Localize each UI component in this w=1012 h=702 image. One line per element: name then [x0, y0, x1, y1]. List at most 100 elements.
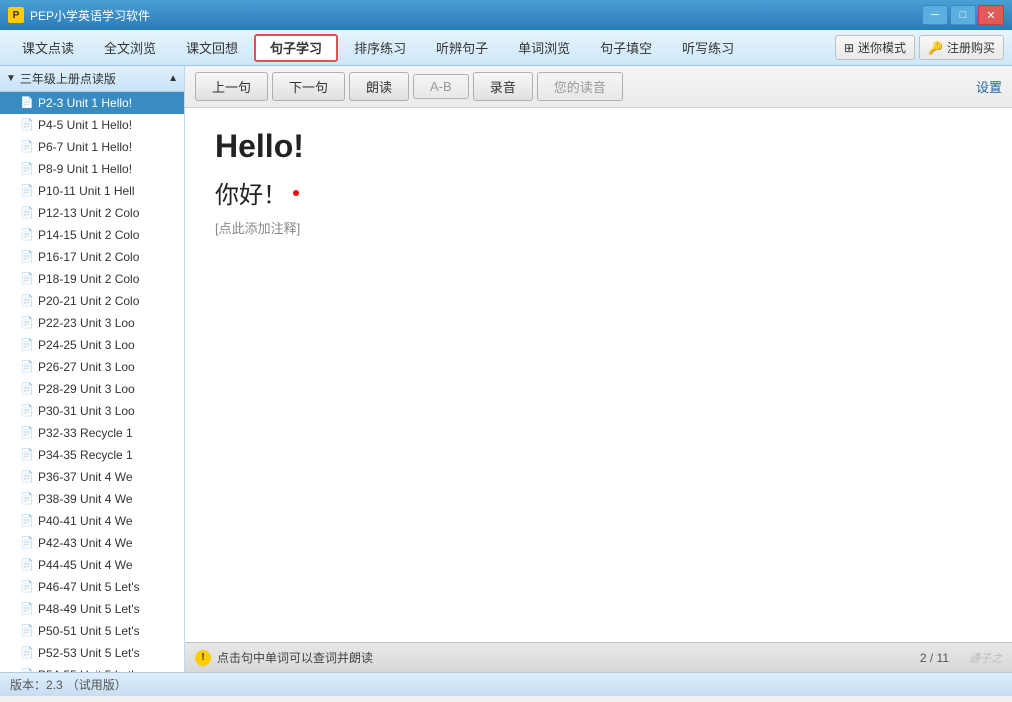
- menu-word-browse[interactable]: 单词浏览: [504, 34, 584, 62]
- read-aloud-button[interactable]: 朗读: [349, 72, 409, 101]
- sidebar-item-label: P22-23 Unit 3 Loo: [38, 316, 135, 330]
- sidebar-item-label: P20-21 Unit 2 Colo: [38, 294, 139, 308]
- sidebar-item-26[interactable]: 📄P54-55 Unit 5 Let's: [0, 664, 184, 672]
- sidebar-item-20[interactable]: 📄P42-43 Unit 4 We: [0, 532, 184, 554]
- sidebar-item-8[interactable]: 📄 P18-19 Unit 2 Colo: [0, 268, 184, 290]
- page-current: 2: [920, 651, 927, 665]
- sidebar-item-label: P18-19 Unit 2 Colo: [38, 272, 139, 286]
- sidebar: ▼ 三年级上册点读版 ▲ 📄P2-3 Unit 1 Hello!📄P4-5 Un…: [0, 66, 185, 672]
- collapse-icon[interactable]: ▼: [6, 73, 16, 84]
- menu-order-practice[interactable]: 排序练习: [340, 34, 420, 62]
- doc-icon: 📄: [20, 426, 34, 440]
- sidebar-item-label: P50-51 Unit 5 Let's: [38, 624, 140, 638]
- close-button[interactable]: ✕: [978, 5, 1004, 25]
- sidebar-item-22[interactable]: 📄P46-47 Unit 5 Let's: [0, 576, 184, 598]
- sidebar-item-label: P48-49 Unit 5 Let's: [38, 602, 140, 616]
- sidebar-item-15[interactable]: 📄P32-33 Recycle 1: [0, 422, 184, 444]
- sidebar-item-label: P38-39 Unit 4 We: [38, 492, 133, 506]
- menu-listen-distinguish[interactable]: 听辨句子: [422, 34, 502, 62]
- settings-link[interactable]: 设置: [976, 77, 1002, 96]
- sidebar-item-label: P34-35 Recycle 1: [38, 448, 133, 462]
- doc-icon: 📄: [20, 184, 34, 198]
- sidebar-scroll-up[interactable]: ▲: [168, 73, 178, 84]
- sidebar-item-16[interactable]: 📄 P34-35 Recycle 1: [0, 444, 184, 466]
- doc-icon: 📄: [20, 206, 34, 220]
- title-bar: P PEP小学英语学习软件 ─ □ ✕: [0, 0, 1012, 30]
- english-sentence[interactable]: Hello!: [215, 128, 982, 165]
- status-bar: ! 点击句中单词可以查词并朗读 2 / 11 通子之: [185, 642, 1012, 672]
- menu-sentence-study[interactable]: 句子学习: [254, 34, 338, 62]
- sidebar-item-25[interactable]: 📄P52-53 Unit 5 Let's: [0, 642, 184, 664]
- chinese-text-label: 你好！: [215, 175, 287, 210]
- version-number: 2.3: [46, 678, 63, 692]
- sidebar-item-11[interactable]: 📄P24-25 Unit 3 Loo: [0, 334, 184, 356]
- reading-content: Hello! 你好！ [点此添加注释]: [185, 108, 1012, 642]
- sidebar-item-19[interactable]: 📄P40-41 Unit 4 We: [0, 510, 184, 532]
- status-page: 2 / 11: [920, 651, 949, 665]
- sidebar-item-7[interactable]: 📄P16-17 Unit 2 Colo: [0, 246, 184, 268]
- sidebar-item-label: P14-15 Unit 2 Colo: [38, 228, 139, 242]
- sidebar-item-5[interactable]: 📄 P12-13 Unit 2 Colo: [0, 202, 184, 224]
- sidebar-item-6[interactable]: 📄 P14-15 Unit 2 Colo: [0, 224, 184, 246]
- minimize-button[interactable]: ─: [922, 5, 948, 25]
- sidebar-item-10[interactable]: 📄P22-23 Unit 3 Loo: [0, 312, 184, 334]
- sidebar-item-label: P12-13 Unit 2 Colo: [38, 206, 139, 220]
- annotation-placeholder[interactable]: [点此添加注释]: [215, 218, 982, 237]
- sidebar-item-label: P40-41 Unit 4 We: [38, 514, 133, 528]
- menu-full-browse[interactable]: 全文浏览: [90, 34, 170, 62]
- sidebar-item-14[interactable]: 📄P30-31 Unit 3 Loo: [0, 400, 184, 422]
- watermark: 通子之: [969, 650, 1002, 666]
- prev-sentence-button[interactable]: 上一句: [195, 72, 268, 101]
- menu-lesson-recall[interactable]: 课文回想: [172, 34, 252, 62]
- sidebar-item-4[interactable]: 📄P10-11 Unit 1 Hell: [0, 180, 184, 202]
- status-tip-text: 点击句中单词可以查词并朗读: [217, 649, 373, 666]
- maximize-button[interactable]: □: [950, 5, 976, 25]
- sidebar-item-17[interactable]: 📄P36-37 Unit 4 We: [0, 466, 184, 488]
- sidebar-item-label: P4-5 Unit 1 Hello!: [38, 118, 132, 132]
- sidebar-item-label: P24-25 Unit 3 Loo: [38, 338, 135, 352]
- menu-dictation[interactable]: 听写练习: [668, 34, 748, 62]
- doc-icon: 📄: [20, 162, 34, 176]
- title-bar-left: P PEP小学英语学习软件: [8, 7, 150, 24]
- doc-icon: 📄: [20, 602, 34, 616]
- doc-icon: 📄: [20, 624, 34, 638]
- sidebar-item-18[interactable]: 📄 P38-39 Unit 4 We: [0, 488, 184, 510]
- doc-icon: 📄: [20, 140, 34, 154]
- doc-icon: 📄: [20, 492, 34, 506]
- doc-icon: 📄: [20, 228, 34, 242]
- sidebar-item-23[interactable]: 📄 P48-49 Unit 5 Let's: [0, 598, 184, 620]
- ab-button[interactable]: A-B: [413, 74, 469, 99]
- doc-icon: 📄: [20, 470, 34, 484]
- sidebar-item-label: P44-45 Unit 4 We: [38, 558, 133, 572]
- menu-bar-right: ⊞ 迷你模式 🔑 注册购买: [835, 35, 1004, 60]
- doc-icon: 📄: [20, 580, 34, 594]
- sidebar-item-21[interactable]: 📄P44-45 Unit 4 We: [0, 554, 184, 576]
- sidebar-item-24[interactable]: 📄 P50-51 Unit 5 Let's: [0, 620, 184, 642]
- doc-icon: 📄: [20, 272, 34, 286]
- doc-icon: 📄: [20, 536, 34, 550]
- sidebar-item-0[interactable]: 📄P2-3 Unit 1 Hello!: [0, 92, 184, 114]
- register-button[interactable]: 🔑 注册购买: [919, 35, 1004, 60]
- sidebar-item-9[interactable]: 📄P20-21 Unit 2 Colo: [0, 290, 184, 312]
- record-button[interactable]: 录音: [473, 72, 533, 101]
- chinese-sentence: 你好！: [215, 175, 982, 210]
- sidebar-item-label: P26-27 Unit 3 Loo: [38, 360, 135, 374]
- next-sentence-button[interactable]: 下一句: [272, 72, 345, 101]
- window-title: PEP小学英语学习软件: [30, 7, 150, 24]
- title-bar-controls[interactable]: ─ □ ✕: [922, 5, 1004, 25]
- mini-mode-button[interactable]: ⊞ 迷你模式: [835, 35, 915, 60]
- doc-icon: 📄: [20, 646, 34, 660]
- sidebar-item-12[interactable]: 📄P26-27 Unit 3 Loo: [0, 356, 184, 378]
- your-reading-button[interactable]: 您的读音: [537, 72, 623, 101]
- sidebar-item-1[interactable]: 📄P4-5 Unit 1 Hello!: [0, 114, 184, 136]
- register-icon: 🔑: [928, 41, 943, 55]
- sidebar-item-13[interactable]: 📄P28-29 Unit 3 Loo: [0, 378, 184, 400]
- menu-fill-sentence[interactable]: 句子填空: [586, 34, 666, 62]
- sidebar-item-2[interactable]: 📄P6-7 Unit 1 Hello!: [0, 136, 184, 158]
- version-label: 版本：: [10, 676, 46, 693]
- doc-icon: 📄: [20, 250, 34, 264]
- sidebar-item-label: P30-31 Unit 3 Loo: [38, 404, 135, 418]
- sidebar-item-3[interactable]: 📄P8-9 Unit 1 Hello!: [0, 158, 184, 180]
- menu-lesson-click[interactable]: 课文点读: [8, 34, 88, 62]
- doc-icon: 📄: [20, 448, 34, 462]
